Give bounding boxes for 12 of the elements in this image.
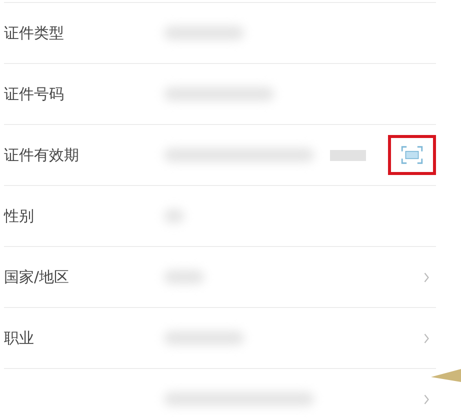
field-label: 职业 <box>4 328 35 348</box>
chevron-icon[interactable] <box>423 272 430 282</box>
blurred-value <box>330 150 366 160</box>
field-label: 证件号码 <box>4 84 65 104</box>
field-label: 国家/地区 <box>4 268 70 286</box>
field-label: 证件类型 <box>4 24 65 42</box>
scan-icon[interactable] <box>401 146 423 164</box>
chevron-icon[interactable] <box>423 394 430 404</box>
pointer-arrow-icon <box>431 368 461 382</box>
chevron-icon[interactable] <box>423 332 430 344</box>
field-label: 证件有效期 <box>4 146 80 164</box>
field-label: 性别 <box>4 206 35 226</box>
